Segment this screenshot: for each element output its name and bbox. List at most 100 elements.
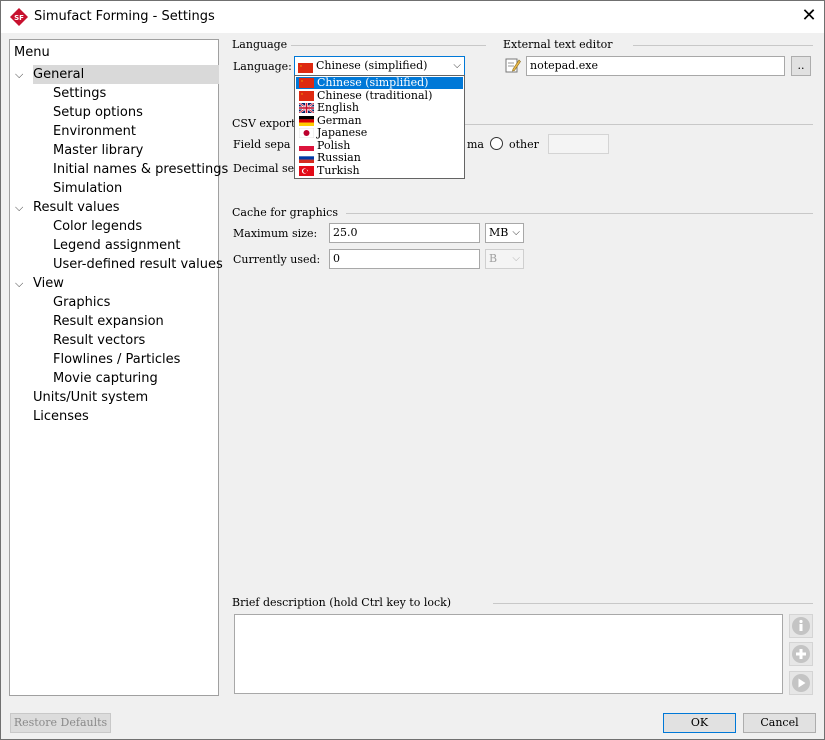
restore-defaults-button[interactable]: Restore Defaults (10, 713, 111, 733)
sidebar-item-label: Flowlines / Particles (53, 352, 181, 367)
sidebar-item-settings[interactable]: Settings (53, 84, 106, 103)
language-option-turkish[interactable]: Turkish (296, 163, 463, 177)
sidebar-item-color-legends[interactable]: Color legends (53, 217, 142, 236)
language-selected-value: Chinese (simplified) (316, 59, 428, 72)
sidebar-item-label: Setup options (53, 105, 143, 120)
info-button[interactable] (789, 614, 813, 638)
max-size-input[interactable]: 25.0 (329, 223, 480, 243)
pl-flag-icon (299, 140, 314, 151)
sidebar-item-user-defined-result-values[interactable]: User-defined result values (53, 255, 223, 274)
play-icon (792, 674, 810, 692)
sidebar-item-result-expansion[interactable]: Result expansion (53, 312, 164, 331)
edit-file-icon[interactable] (505, 57, 521, 73)
sidebar-item-label: Simulation (53, 181, 123, 196)
cn-flag-icon (299, 78, 314, 88)
sidebar-item-label: Master library (53, 143, 144, 158)
editor-group-label: External text editor (503, 38, 613, 51)
simufact-logo-icon: SF (10, 8, 28, 26)
language-option-japanese[interactable]: Japanese (296, 127, 463, 139)
browse-editor-button[interactable]: .. (791, 56, 811, 76)
editor-path-input[interactable]: notepad.exe (526, 56, 785, 76)
sidebar-item-label: Environment (53, 124, 137, 139)
language-option-russian[interactable]: Russian (296, 152, 463, 164)
sidebar-item-movie-capturing[interactable]: Movie capturing (53, 369, 158, 388)
sidebar-item-graphics[interactable]: Graphics (53, 293, 110, 312)
language-option-german[interactable]: German (296, 113, 463, 127)
cn-flag-icon (299, 90, 314, 101)
sidebar-item-label: Result values (33, 200, 120, 215)
language-option-chinese-simplified[interactable]: Chinese (simplified) (296, 77, 463, 89)
language-option-polish[interactable]: Polish (296, 139, 463, 152)
sidebar-item-label: Result expansion (53, 314, 164, 329)
decimal-separator-label: Decimal se (233, 162, 295, 175)
language-option-label: Chinese (simplified) (317, 76, 429, 89)
cache-group-line (346, 213, 813, 214)
currently-used-unit-select: B ⌵ (485, 249, 524, 269)
sidebar-item-label: Units/Unit system (33, 390, 149, 405)
sidebar-item-view[interactable]: ⌵ View (15, 274, 64, 293)
sidebar-item-label: Initial names & presettings (53, 162, 229, 177)
sidebar-item-initial-names-presettings[interactable]: Initial names & presettings (53, 160, 228, 179)
settings-menu-tree[interactable]: Menu ⌵ General Settings Setup options Enviro… (9, 39, 228, 696)
language-group-line (291, 45, 486, 46)
play-button[interactable] (789, 671, 813, 695)
language-option-english[interactable]: English (296, 102, 463, 114)
sidebar-item-legend-assignment[interactable]: Legend assignment (53, 236, 181, 255)
china-flag-icon (298, 61, 313, 73)
expand-chevron-icon[interactable]: ⌵ (15, 65, 27, 84)
expand-chevron-icon[interactable]: ⌵ (15, 274, 27, 293)
language-option-label: German (317, 113, 362, 127)
language-option-label: English (317, 101, 359, 114)
description-group-label: Brief description (hold Ctrl key to lock… (232, 596, 452, 609)
sidebar-item-environment[interactable]: Environment (53, 122, 136, 141)
sidebar-item-units-unit-system[interactable]: Units/Unit system (33, 388, 148, 407)
svg-text:SF: SF (14, 14, 24, 22)
language-label: Language: (233, 60, 292, 73)
sidebar-item-master-library[interactable]: Master library (53, 141, 143, 160)
description-box (234, 614, 783, 694)
chevron-down-icon: ⌵ (512, 227, 520, 238)
sidebar-item-label: Licenses (33, 409, 89, 424)
language-option-label: Chinese (traditional) (317, 88, 433, 102)
cancel-button[interactable]: Cancel (743, 713, 816, 733)
sidebar-item-label: General (33, 67, 85, 82)
language-group-label: Language (232, 38, 288, 51)
csv-group-label: CSV export (232, 117, 296, 130)
max-size-unit-select[interactable]: MB ⌵ (485, 223, 524, 243)
info-icon (792, 617, 810, 635)
language-option-label: Russian (317, 151, 361, 164)
sidebar-item-flowlines-particles[interactable]: Flowlines / Particles (53, 350, 180, 369)
add-button[interactable] (789, 642, 813, 666)
other-separator-input[interactable] (548, 134, 609, 154)
max-size-unit-value: MB (489, 226, 509, 239)
sidebar-item-licenses[interactable]: Licenses (33, 407, 89, 426)
sidebar-item-simulation[interactable]: Simulation (53, 179, 122, 198)
settings-window: SF Simufact Forming - Settings ✕ Menu ⌵ G… (0, 0, 825, 740)
sidebar-item-result-vectors[interactable]: Result vectors (53, 331, 145, 350)
expand-chevron-icon[interactable]: ⌵ (15, 198, 27, 217)
language-combobox[interactable]: Chinese (simplified) ⌵ (294, 56, 465, 76)
language-option-label: Japanese (317, 126, 368, 139)
language-dropdown-list[interactable]: Chinese (simplified) Chinese (traditional… (294, 75, 465, 179)
language-option-chinese-traditional[interactable]: Chinese (traditional) (296, 88, 463, 102)
chevron-down-icon: ⌵ (512, 253, 520, 264)
sidebar-item-label: User-defined result values (53, 257, 223, 272)
sidebar-item-label: Color legends (53, 219, 143, 234)
ok-button[interactable]: OK (663, 713, 736, 733)
title-bar: SF Simufact Forming - Settings ✕ (1, 1, 824, 33)
close-button[interactable]: ✕ (797, 5, 821, 29)
plus-icon (792, 645, 810, 663)
other-option-label: other (509, 138, 539, 151)
language-option-label: Turkish (317, 163, 360, 177)
sidebar-item-general[interactable]: ⌵ General (15, 65, 219, 84)
max-size-label: Maximum size: (233, 227, 318, 240)
close-icon: ✕ (801, 5, 817, 26)
sidebar-item-label: Legend assignment (53, 238, 181, 253)
sidebar-item-setup-options[interactable]: Setup options (53, 103, 143, 122)
currently-used-input: 0 (329, 249, 480, 269)
currently-used-label: Currently used: (233, 253, 321, 266)
ru-flag-icon (299, 153, 314, 163)
other-separator-radio[interactable] (490, 137, 503, 150)
sidebar-item-result-values[interactable]: ⌵ Result values (15, 198, 120, 217)
jp-flag-icon (298, 127, 315, 139)
